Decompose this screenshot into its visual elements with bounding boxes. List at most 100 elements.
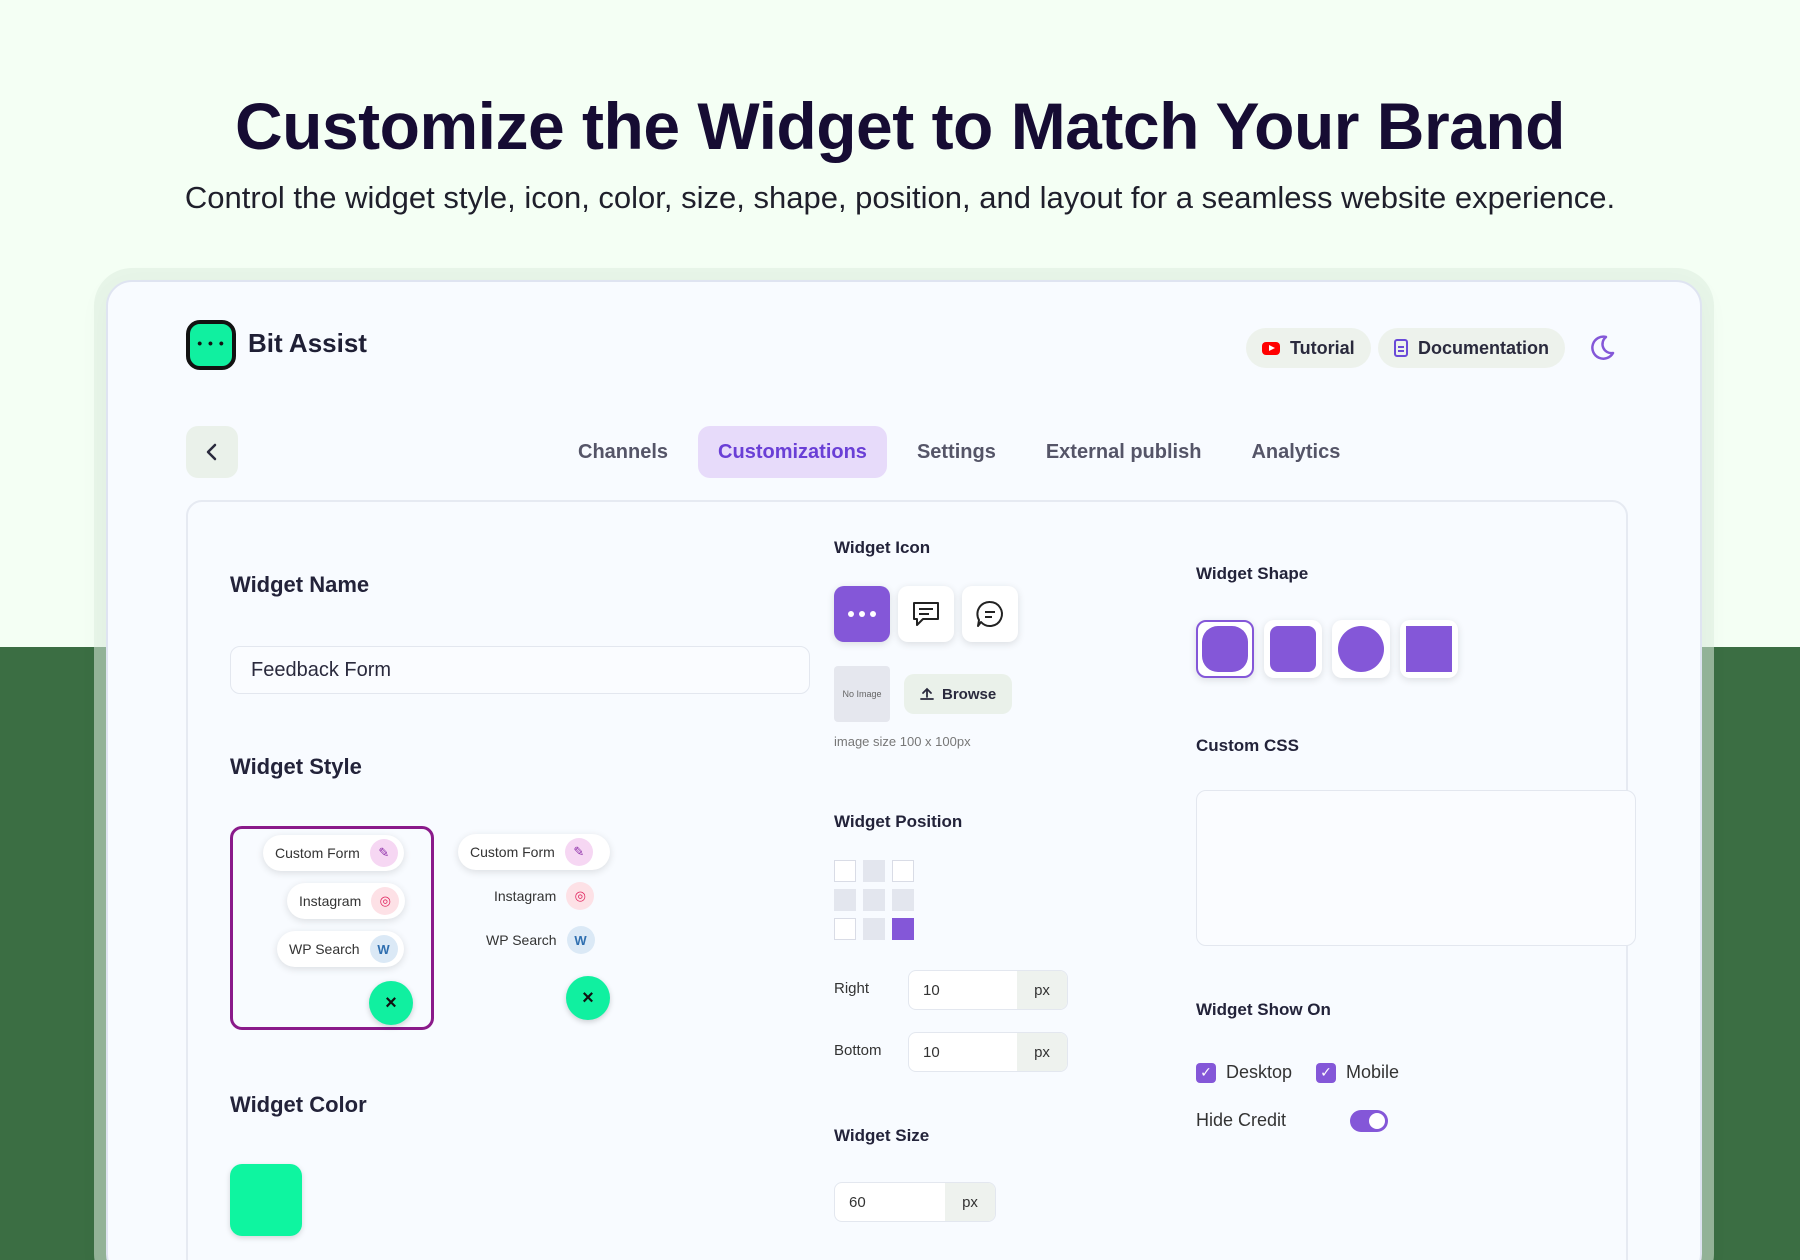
widget-name-input[interactable]: Feedback Form bbox=[230, 646, 810, 694]
customization-panel: Widget Name Feedback Form Widget Style C… bbox=[186, 500, 1636, 1260]
form-icon: ✎ bbox=[564, 838, 593, 866]
hide-credit-label: Hide Credit bbox=[1196, 1110, 1287, 1130]
icon-option-chat[interactable] bbox=[962, 586, 1018, 642]
style-item-custom-form: Custom Form ✎ bbox=[263, 835, 404, 871]
browse-label: Browse bbox=[942, 685, 997, 703]
tab-settings[interactable]: Settings bbox=[897, 426, 1016, 478]
tab-customizations[interactable]: Customizations bbox=[698, 426, 887, 478]
rounded-shape-icon bbox=[1202, 626, 1248, 672]
tab-external-publish[interactable]: External publish bbox=[1026, 426, 1222, 478]
style-item-wp-search: WP Search W bbox=[277, 931, 404, 967]
widget-show-on-label: Widget Show On bbox=[1196, 1000, 1331, 1019]
close-icon: × bbox=[566, 976, 610, 1020]
position-top-left[interactable] bbox=[834, 860, 856, 882]
mobile-label: Mobile bbox=[1346, 1062, 1400, 1082]
mobile-checkbox-row[interactable]: ✓ Mobile bbox=[1316, 1062, 1399, 1083]
browse-button[interactable]: Browse bbox=[904, 674, 1013, 714]
style-item-label: Custom Form bbox=[275, 845, 360, 861]
widget-style-option-1[interactable]: Custom Form ✎ Instagram ◎ WP Search W × bbox=[230, 826, 434, 1030]
desktop-label: Desktop bbox=[1226, 1062, 1293, 1082]
custom-css-label: Custom CSS bbox=[1196, 736, 1299, 755]
tab-analytics[interactable]: Analytics bbox=[1231, 426, 1360, 478]
app-window: • • • Bit Assist Tutorial Documentation … bbox=[106, 280, 1702, 1260]
chevron-left-icon bbox=[206, 443, 217, 461]
shape-option-square[interactable] bbox=[1400, 620, 1458, 678]
brand-name: Bit Assist bbox=[248, 328, 367, 358]
style-item-label: Instagram bbox=[494, 888, 557, 904]
widget-position-label: Widget Position bbox=[834, 812, 963, 831]
dots-icon bbox=[848, 611, 876, 617]
hero-subtitle: Control the widget style, icon, color, s… bbox=[184, 180, 1616, 215]
close-icon: × bbox=[369, 981, 413, 1025]
upload-icon bbox=[920, 687, 934, 700]
widget-name-label: Widget Name bbox=[230, 572, 370, 597]
position-top-center[interactable] bbox=[863, 860, 885, 882]
form-icon: ✎ bbox=[369, 839, 398, 867]
tutorial-label: Tutorial bbox=[1290, 337, 1355, 358]
message-square-icon bbox=[913, 602, 939, 626]
chat-bubble-icon bbox=[976, 600, 1003, 627]
position-bottom-left[interactable] bbox=[834, 918, 856, 940]
icon-option-message[interactable] bbox=[898, 586, 954, 642]
right-offset-label: Right bbox=[834, 980, 870, 997]
position-middle-right[interactable] bbox=[892, 889, 914, 911]
widget-style-label: Widget Style bbox=[230, 754, 362, 779]
style-item-label: WP Search bbox=[486, 932, 557, 948]
hide-credit-toggle[interactable] bbox=[1350, 1110, 1388, 1132]
shape-option-rounded-square[interactable] bbox=[1264, 620, 1322, 678]
right-offset-value[interactable]: 10 bbox=[909, 971, 1017, 1009]
back-button[interactable] bbox=[186, 426, 238, 478]
documentation-button[interactable]: Documentation bbox=[1378, 328, 1566, 368]
bottom-offset-input[interactable]: 10 px bbox=[908, 1032, 1068, 1072]
shape-option-circle[interactable] bbox=[1332, 620, 1390, 678]
position-middle-left[interactable] bbox=[834, 889, 856, 911]
widget-color-swatch[interactable] bbox=[230, 1164, 302, 1236]
position-top-right[interactable] bbox=[892, 860, 914, 882]
right-offset-input[interactable]: 10 px bbox=[908, 970, 1068, 1010]
position-bottom-center[interactable] bbox=[863, 918, 885, 940]
widget-size-unit: px bbox=[945, 1183, 995, 1221]
position-middle-center[interactable] bbox=[863, 889, 885, 911]
widget-size-value[interactable]: 60 bbox=[835, 1183, 945, 1221]
image-size-hint: image size 100 x 100px bbox=[834, 734, 971, 749]
rounded-square-shape-icon bbox=[1270, 626, 1316, 672]
tutorial-button[interactable]: Tutorial bbox=[1246, 328, 1371, 368]
widget-style-option-2[interactable]: Custom Form ✎ Instagram ◎ WP Search W × bbox=[458, 826, 662, 1030]
tab-bar: Channels Customizations Settings Externa… bbox=[558, 426, 1360, 478]
position-bottom-right[interactable] bbox=[892, 918, 914, 940]
circle-shape-icon bbox=[1338, 626, 1384, 672]
widget-size-label: Widget Size bbox=[834, 1126, 930, 1145]
style-item-wp-search: WP Search W bbox=[474, 922, 601, 958]
wordpress-icon: W bbox=[369, 935, 398, 963]
instagram-icon: ◎ bbox=[371, 887, 400, 915]
moon-icon[interactable] bbox=[1588, 334, 1616, 362]
document-icon bbox=[1394, 339, 1408, 357]
widget-shape-label: Widget Shape bbox=[1196, 564, 1309, 583]
desktop-checkbox[interactable]: ✓ bbox=[1196, 1062, 1216, 1083]
youtube-icon bbox=[1262, 341, 1280, 355]
bottom-offset-unit: px bbox=[1017, 1033, 1067, 1071]
style-item-label: Instagram bbox=[299, 893, 362, 909]
style-item-label: WP Search bbox=[289, 941, 360, 957]
no-image-placeholder: No Image bbox=[834, 666, 890, 722]
desktop-checkbox-row[interactable]: ✓ Desktop bbox=[1196, 1062, 1292, 1083]
style-item-custom-form: Custom Form ✎ bbox=[458, 834, 610, 870]
shape-option-rounded[interactable] bbox=[1196, 620, 1254, 678]
widget-icon-label: Widget Icon bbox=[834, 538, 931, 557]
style-item-label: Custom Form bbox=[470, 844, 555, 860]
tab-channels[interactable]: Channels bbox=[558, 426, 688, 478]
mobile-checkbox[interactable]: ✓ bbox=[1316, 1062, 1336, 1083]
position-grid bbox=[834, 860, 914, 940]
documentation-label: Documentation bbox=[1418, 337, 1550, 358]
instagram-icon: ◎ bbox=[566, 882, 595, 910]
bottom-offset-value[interactable]: 10 bbox=[909, 1033, 1017, 1071]
widget-color-label: Widget Color bbox=[230, 1092, 367, 1117]
custom-css-textarea[interactable] bbox=[1196, 790, 1636, 946]
icon-option-dots[interactable] bbox=[834, 586, 890, 642]
style-item-instagram: Instagram ◎ bbox=[287, 883, 406, 919]
wordpress-icon: W bbox=[566, 926, 595, 954]
right-offset-unit: px bbox=[1017, 971, 1067, 1009]
square-shape-icon bbox=[1406, 626, 1452, 672]
widget-size-input[interactable]: 60 px bbox=[834, 1182, 996, 1222]
hero-title: Customize the Widget to Match Your Brand bbox=[234, 89, 1566, 163]
